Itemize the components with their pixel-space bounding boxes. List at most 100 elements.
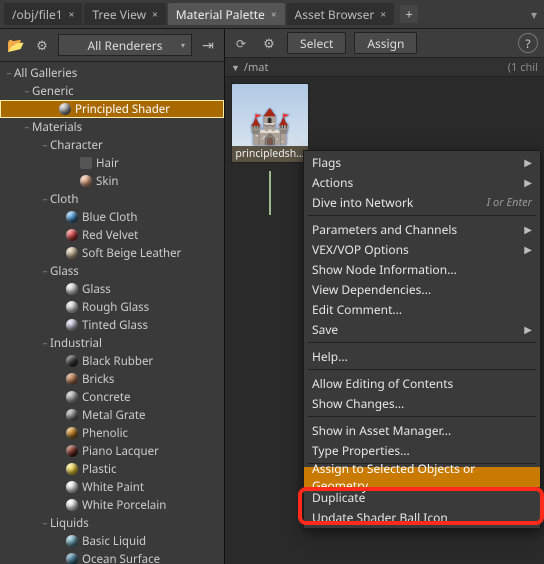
dock-menu-icon[interactable]: ▾ [528, 3, 540, 25]
collapse-icon[interactable] [22, 86, 32, 96]
palette-toolbar: 📂 ⚙ All Renderers ▾ ⇥ [0, 29, 224, 62]
ctx-show-node-information[interactable]: Show Node Information... [304, 259, 540, 279]
tree-group-cloth[interactable]: Cloth [0, 190, 224, 208]
tree-group-character[interactable]: Character [0, 136, 224, 154]
tree-item-black-rubber[interactable]: Black Rubber [0, 352, 224, 370]
tree-item-piano-lacquer[interactable]: Piano Lacquer [0, 442, 224, 460]
gear-icon[interactable]: ⚙ [32, 35, 52, 55]
tree-item-plastic[interactable]: Plastic [0, 460, 224, 478]
tree-label: All Galleries [14, 66, 77, 81]
ctx-assign-to-selected[interactable]: Assign to Selected Objects or Geometry [304, 467, 540, 487]
tree-item-ocean-surface[interactable]: Ocean Surface [0, 550, 224, 564]
castle-icon: 🏰 [249, 108, 291, 142]
tree-group-industrial[interactable]: Industrial [0, 334, 224, 352]
help-icon[interactable]: ? [518, 33, 538, 53]
collapse-icon[interactable] [22, 122, 32, 132]
tree-item-glass[interactable]: Glass [0, 280, 224, 298]
close-icon[interactable]: × [380, 7, 386, 21]
tree-group-liquids[interactable]: Liquids [0, 514, 224, 532]
ctx-view-dependencies[interactable]: View Dependencies... [304, 279, 540, 299]
tree-item-soft-beige-leather[interactable]: Soft Beige Leather [0, 244, 224, 262]
ctx-vex-vop-options[interactable]: VEX/VOP Options▶ [304, 239, 540, 259]
ctx-actions[interactable]: Actions▶ [304, 172, 540, 192]
ctx-help[interactable]: Help... [304, 346, 540, 366]
tree-item-phenolic[interactable]: Phenolic [0, 424, 224, 442]
node-context-menu: Flags▶ Actions▶ Dive into NetworkI or En… [303, 150, 541, 529]
add-tab-button[interactable]: + [400, 5, 418, 23]
tab-label: Asset Browser [295, 6, 375, 23]
collapse-icon[interactable] [40, 140, 50, 150]
close-icon[interactable]: × [271, 7, 277, 21]
node-principledshader[interactable]: 🏰 principledsh... [231, 83, 309, 163]
ctx-update-shader-ball[interactable]: Update Shader Ball Icon [304, 507, 540, 527]
tree-label: Tinted Glass [82, 318, 148, 333]
material-preview-icon [66, 553, 78, 564]
close-icon[interactable]: × [152, 7, 158, 21]
ctx-save[interactable]: Save▶ [304, 319, 540, 339]
tree-root[interactable]: All Galleries [0, 64, 224, 82]
tree-item-blue-cloth[interactable]: Blue Cloth [0, 208, 224, 226]
tab-asset-browser[interactable]: Asset Browser × [287, 3, 395, 25]
tab-material-palette[interactable]: Material Palette × [168, 3, 285, 25]
tab-tree-view[interactable]: Tree View × [84, 3, 165, 25]
renderer-dropdown[interactable]: All Renderers ▾ [58, 34, 192, 56]
path-strip[interactable]: ▼ /mat (1 chil [225, 58, 544, 77]
tree-label: Hair [96, 156, 119, 171]
tree-group-glass[interactable]: Glass [0, 262, 224, 280]
tree-item-principled-shader[interactable]: Principled Shader [0, 100, 224, 118]
material-preview-icon [66, 391, 78, 403]
shortcut-hint: I or Enter [487, 195, 532, 210]
collapse-icon[interactable] [40, 338, 50, 348]
path-text: /mat [244, 60, 269, 75]
select-label: Select [300, 35, 333, 52]
ctx-allow-editing[interactable]: Allow Editing of Contents [304, 373, 540, 393]
ctx-show-in-asset-manager[interactable]: Show in Asset Manager... [304, 420, 540, 440]
select-button[interactable]: Select [287, 32, 346, 54]
tree-item-concrete[interactable]: Concrete [0, 388, 224, 406]
tree-label: Plastic [82, 462, 117, 477]
collapse-icon[interactable] [4, 68, 14, 78]
tree-item-red-velvet[interactable]: Red Velvet [0, 226, 224, 244]
material-preview-icon [66, 481, 78, 493]
collapse-icon[interactable] [40, 194, 50, 204]
refresh-icon[interactable]: ⟳ [231, 33, 251, 53]
tree-group-generic[interactable]: Generic [0, 82, 224, 100]
child-count: (1 chil [508, 60, 538, 75]
tree-item-tinted-glass[interactable]: Tinted Glass [0, 316, 224, 334]
ctx-duplicate[interactable]: Duplicate [304, 487, 540, 507]
chevron-down-icon[interactable]: ▼ [231, 61, 240, 74]
material-preview-icon [66, 247, 78, 259]
gear-icon[interactable]: ⚙ [259, 33, 279, 53]
tree-label: Metal Grate [82, 408, 145, 423]
collapse-icon[interactable] [40, 518, 50, 528]
tree-item-white-porcelain[interactable]: White Porcelain [0, 496, 224, 514]
tree-label: Rough Glass [82, 300, 149, 315]
tree-group-materials[interactable]: Materials [0, 118, 224, 136]
folder-icon[interactable]: 📂 [6, 35, 26, 55]
ctx-flags[interactable]: Flags▶ [304, 152, 540, 172]
ctx-dive-into-network[interactable]: Dive into NetworkI or Enter [304, 192, 540, 212]
move-right-icon[interactable]: ⇥ [198, 35, 218, 55]
material-preview-icon [66, 373, 78, 385]
tree-item-white-paint[interactable]: White Paint [0, 478, 224, 496]
ctx-parameters-channels[interactable]: Parameters and Channels▶ [304, 219, 540, 239]
close-icon[interactable]: × [69, 7, 75, 21]
material-preview-icon [66, 355, 78, 367]
node-label: principledsh... [232, 146, 308, 162]
gallery-tree[interactable]: All Galleries Generic Principled Shader … [0, 62, 224, 564]
collapse-icon[interactable] [40, 266, 50, 276]
tab-label: /obj/file1 [12, 6, 63, 23]
ctx-type-properties[interactable]: Type Properties... [304, 440, 540, 460]
assign-button[interactable]: Assign [354, 32, 417, 54]
tree-item-hair[interactable]: Hair [0, 154, 224, 172]
tab-label: Material Palette [176, 6, 265, 23]
tree-label: Black Rubber [82, 354, 153, 369]
tree-item-rough-glass[interactable]: Rough Glass [0, 298, 224, 316]
ctx-show-changes[interactable]: Show Changes... [304, 393, 540, 413]
tree-item-skin[interactable]: Skin [0, 172, 224, 190]
ctx-edit-comment[interactable]: Edit Comment... [304, 299, 540, 319]
tree-item-metal-grate[interactable]: Metal Grate [0, 406, 224, 424]
tree-item-bricks[interactable]: Bricks [0, 370, 224, 388]
tab-obj-file1[interactable]: /obj/file1 × [4, 3, 82, 25]
tree-item-basic-liquid[interactable]: Basic Liquid [0, 532, 224, 550]
